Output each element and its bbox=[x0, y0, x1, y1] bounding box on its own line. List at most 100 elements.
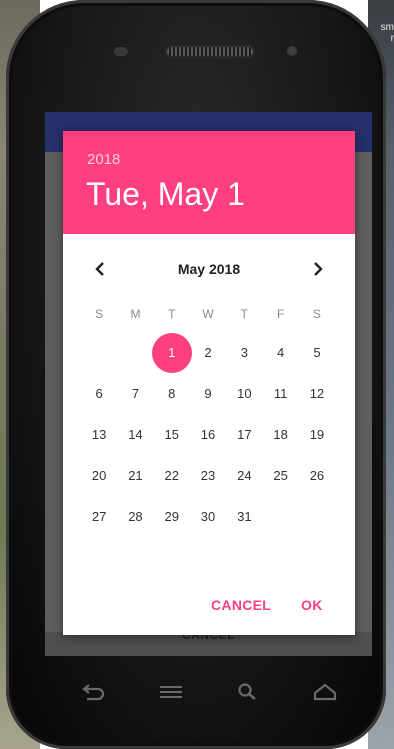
weekday-label: T bbox=[168, 307, 176, 321]
month-navigation: May 2018 bbox=[63, 255, 355, 283]
calendar-day[interactable]: 5 bbox=[299, 332, 335, 373]
empty-day-cell bbox=[117, 332, 153, 373]
day-number: 3 bbox=[240, 345, 248, 360]
day-number: 10 bbox=[237, 386, 252, 401]
day-number: 12 bbox=[309, 386, 325, 401]
day-number: 28 bbox=[128, 509, 143, 524]
day-number: 20 bbox=[91, 468, 107, 483]
calendar-day[interactable]: 28 bbox=[117, 496, 153, 537]
day-number: 8 bbox=[168, 386, 176, 401]
calendar-grid: 1 2 3 4 5 6 7 8 9 10 11 12 13 14 15 16 17 18 19 20 21 22 23 24 2… bbox=[81, 332, 351, 537]
back-icon bbox=[82, 684, 105, 701]
calendar-day[interactable]: 19 bbox=[299, 414, 335, 455]
search-icon bbox=[238, 683, 256, 700]
day-number: 24 bbox=[237, 468, 252, 483]
search-key[interactable] bbox=[228, 672, 268, 712]
weekday-label: S bbox=[95, 307, 104, 321]
calendar-day[interactable]: 22 bbox=[154, 455, 190, 496]
calendar-week: 6 7 8 9 10 11 12 bbox=[81, 373, 351, 414]
day-number: 13 bbox=[91, 427, 107, 442]
calendar-day[interactable]: 18 bbox=[262, 414, 298, 455]
calendar-day[interactable]: 29 bbox=[154, 496, 190, 537]
date-picker-dialog: 2018 Tue, May 1 May 2018 S M T W T F S 1… bbox=[63, 131, 355, 635]
chevron-right-icon bbox=[314, 262, 323, 276]
empty-day-cell bbox=[262, 496, 298, 537]
calendar-week: 13 14 15 16 17 18 19 bbox=[81, 414, 351, 455]
home-icon bbox=[313, 683, 337, 701]
empty-day-cell bbox=[299, 496, 335, 537]
calendar-day[interactable]: 23 bbox=[190, 455, 226, 496]
calendar-day[interactable]: 8 bbox=[154, 373, 190, 414]
home-key[interactable] bbox=[305, 672, 345, 712]
weekday-header: S M T W T F S bbox=[81, 307, 351, 321]
calendar-day[interactable]: 21 bbox=[117, 455, 153, 496]
next-month-button[interactable] bbox=[303, 255, 333, 283]
empty-day-cell bbox=[81, 332, 117, 373]
calendar-day[interactable]: 7 bbox=[117, 373, 153, 414]
day-number: 29 bbox=[164, 509, 179, 524]
weekday-label: T bbox=[240, 307, 248, 321]
calendar-day[interactable]: 26 bbox=[299, 455, 335, 496]
day-number: 16 bbox=[200, 427, 216, 442]
day-number: 6 bbox=[95, 386, 103, 401]
calendar-week: 20 21 22 23 24 25 26 bbox=[81, 455, 351, 496]
calendar-day[interactable]: 30 bbox=[190, 496, 226, 537]
calendar-day[interactable]: 9 bbox=[190, 373, 226, 414]
weekday-label: M bbox=[130, 307, 141, 321]
calendar-day[interactable]: 6 bbox=[81, 373, 117, 414]
day-number: 22 bbox=[164, 468, 179, 483]
proximity-sensor bbox=[114, 47, 128, 56]
day-number: 2 bbox=[204, 345, 212, 360]
calendar-day[interactable]: 2 bbox=[190, 332, 226, 373]
calendar-day[interactable]: 27 bbox=[81, 496, 117, 537]
selected-date-title[interactable]: Tue, May 1 bbox=[86, 176, 245, 213]
weekday-label: W bbox=[202, 307, 214, 321]
day-number: 1 bbox=[168, 345, 176, 360]
calendar-day[interactable]: 20 bbox=[81, 455, 117, 496]
day-number: 27 bbox=[91, 509, 107, 524]
day-number: 4 bbox=[277, 345, 285, 360]
calendar-day[interactable]: 17 bbox=[226, 414, 262, 455]
calendar-day[interactable]: 11 bbox=[262, 373, 298, 414]
calendar-day[interactable]: 24 bbox=[226, 455, 262, 496]
day-number: 15 bbox=[164, 427, 179, 442]
day-number: 18 bbox=[273, 427, 288, 442]
calendar-day[interactable]: 31 bbox=[226, 496, 262, 537]
date-picker-header: 2018 Tue, May 1 bbox=[63, 131, 355, 234]
calendar-day[interactable]: 16 bbox=[190, 414, 226, 455]
day-number: 25 bbox=[273, 468, 288, 483]
calendar-day[interactable]: 12 bbox=[299, 373, 335, 414]
ok-button[interactable]: OK bbox=[301, 597, 323, 613]
front-camera bbox=[287, 46, 297, 56]
calendar-week: 27 28 29 30 31 bbox=[81, 496, 351, 537]
weekday-label: F bbox=[276, 307, 285, 321]
calendar-day[interactable]: 13 bbox=[81, 414, 117, 455]
day-number: 31 bbox=[237, 509, 252, 524]
calendar-day[interactable]: 10 bbox=[226, 373, 262, 414]
menu-key[interactable] bbox=[151, 672, 191, 712]
day-number: 14 bbox=[128, 427, 143, 442]
back-key[interactable] bbox=[73, 672, 113, 712]
day-number: 30 bbox=[200, 509, 216, 524]
calendar-week: 1 2 3 4 5 bbox=[81, 332, 351, 373]
day-number: 7 bbox=[131, 386, 140, 401]
day-number: 11 bbox=[273, 386, 288, 401]
selected-year[interactable]: 2018 bbox=[87, 151, 120, 168]
dialog-actions: CANCEL OK bbox=[63, 597, 355, 621]
day-number: 5 bbox=[313, 345, 321, 360]
day-number: 19 bbox=[309, 427, 325, 442]
calendar-day[interactable]: 4 bbox=[262, 332, 298, 373]
hardware-navigation-keys bbox=[45, 672, 372, 712]
day-number: 23 bbox=[200, 468, 216, 483]
day-number: 26 bbox=[309, 468, 325, 483]
calendar-day[interactable]: 25 bbox=[262, 455, 298, 496]
weekday-label: S bbox=[312, 307, 321, 321]
day-number: 9 bbox=[204, 386, 212, 401]
selected-day[interactable]: 1 bbox=[154, 332, 190, 373]
calendar-day[interactable]: 14 bbox=[117, 414, 153, 455]
calendar-day[interactable]: 15 bbox=[154, 414, 190, 455]
calendar-day[interactable]: 3 bbox=[226, 332, 262, 373]
day-number: 17 bbox=[237, 427, 252, 442]
cancel-button[interactable]: CANCEL bbox=[211, 597, 271, 613]
menu-icon bbox=[160, 686, 182, 698]
